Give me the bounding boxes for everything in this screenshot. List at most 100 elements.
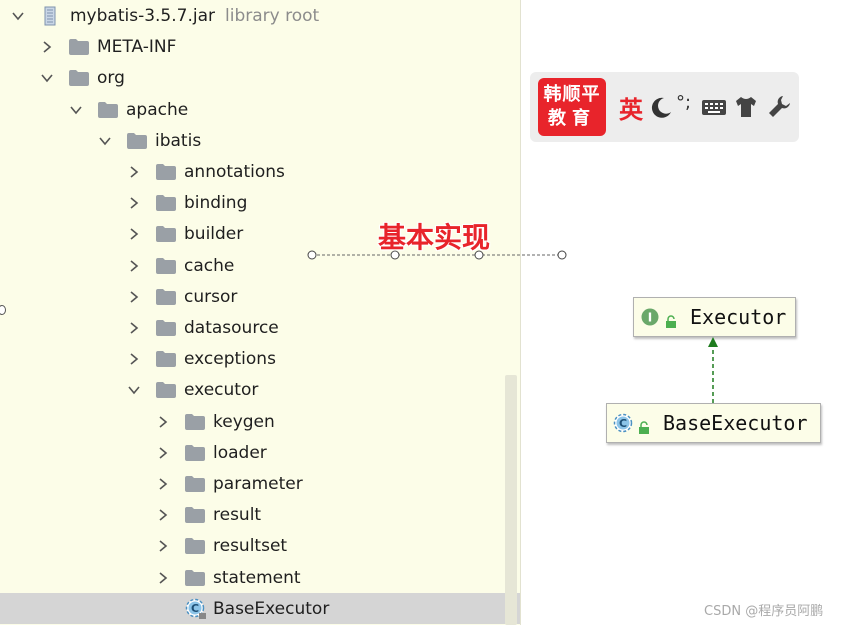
tree-item-label: result xyxy=(213,504,262,525)
ime-logo-line2: 教育 xyxy=(548,108,596,129)
public-lock-icon xyxy=(637,416,651,434)
ime-logo-line1: 韩顺平 xyxy=(543,84,601,105)
folder-icon xyxy=(156,257,176,274)
interface-icon: I xyxy=(640,307,660,327)
tree-item-label: annotations xyxy=(184,161,285,182)
tree-row-parameter[interactable]: parameter xyxy=(0,468,520,499)
folder-icon xyxy=(156,350,176,367)
tree-root-label: mybatis-3.5.7.jar xyxy=(70,5,215,26)
tree-row-org[interactable]: org xyxy=(0,62,520,93)
chevron-down-icon[interactable] xyxy=(39,70,55,86)
punctuation-icon[interactable]: °; xyxy=(676,92,692,118)
uml-node-executor[interactable]: I Executor xyxy=(633,297,796,337)
public-lock-icon xyxy=(664,310,678,328)
svg-text:C: C xyxy=(619,417,627,430)
tree-row-result[interactable]: result xyxy=(0,499,520,530)
tree-row-baseexecutor[interactable]: C BaseExecutor xyxy=(0,593,520,624)
tree-row-loader[interactable]: loader xyxy=(0,437,520,468)
keyboard-icon[interactable] xyxy=(701,94,727,120)
chevron-right-icon[interactable] xyxy=(155,507,171,523)
abstract-class-icon: C xyxy=(185,598,207,620)
tree-item-label: apache xyxy=(126,99,189,120)
annotation-label: 基本实现 xyxy=(378,221,491,254)
tree-item-label: parameter xyxy=(213,473,303,494)
svg-text:C: C xyxy=(191,602,199,615)
implements-arrow xyxy=(708,337,718,403)
folder-icon xyxy=(185,569,205,586)
tree-item-label: keygen xyxy=(213,411,275,432)
tree-row-cursor[interactable]: cursor xyxy=(0,281,520,312)
chevron-right-icon[interactable] xyxy=(126,258,142,274)
tree-item-label: builder xyxy=(184,223,244,244)
chevron-right-icon[interactable] xyxy=(155,414,171,430)
tree-row-resultset[interactable]: resultset xyxy=(0,530,520,561)
chevron-down-icon[interactable] xyxy=(10,8,26,24)
folder-icon xyxy=(185,444,205,461)
tree-item-label: executor xyxy=(184,379,259,400)
ime-logo[interactable]: 韩顺平 教育 xyxy=(538,78,606,136)
shirt-icon[interactable] xyxy=(733,94,759,120)
chevron-right-icon[interactable] xyxy=(126,289,142,305)
folder-icon xyxy=(156,381,176,398)
tree-row-keygen[interactable]: keygen xyxy=(0,406,520,437)
folder-icon xyxy=(185,506,205,523)
folder-icon xyxy=(156,163,176,180)
tree-item-label: datasource xyxy=(184,317,279,338)
ime-toolbar: 韩顺平 教育 英 °; xyxy=(530,72,799,142)
chevron-right-icon[interactable] xyxy=(39,39,55,55)
tree-row-executor[interactable]: executor xyxy=(0,374,520,405)
tree-row-exceptions[interactable]: exceptions xyxy=(0,343,520,374)
tree-row-apache[interactable]: apache xyxy=(0,94,520,125)
chevron-right-icon[interactable] xyxy=(155,445,171,461)
uml-node-baseexecutor-label: BaseExecutor xyxy=(663,411,808,435)
folder-icon xyxy=(69,69,89,86)
folder-icon xyxy=(69,38,89,55)
tree-row-datasource[interactable]: datasource xyxy=(0,312,520,343)
uml-node-baseexecutor[interactable]: C BaseExecutor xyxy=(606,403,821,443)
tree-root-note: library root xyxy=(225,5,320,26)
vertical-scrollbar[interactable] xyxy=(505,375,517,625)
tree-item-label: cache xyxy=(184,255,235,276)
folder-icon xyxy=(127,132,147,149)
folder-icon xyxy=(185,537,205,554)
chevron-down-icon[interactable] xyxy=(97,133,113,149)
svg-text:I: I xyxy=(648,311,652,325)
tree-row-statement[interactable]: statement xyxy=(0,562,520,593)
chevron-right-icon[interactable] xyxy=(126,351,142,367)
tree-item-label: statement xyxy=(213,567,301,588)
chevron-right-icon[interactable] xyxy=(155,570,171,586)
chevron-right-icon[interactable] xyxy=(126,226,142,242)
chevron-right-icon[interactable] xyxy=(155,538,171,554)
jar-icon xyxy=(40,6,60,26)
folder-icon xyxy=(185,475,205,492)
tree-row-root[interactable]: mybatis-3.5.7.jar library root xyxy=(0,0,520,31)
folder-icon xyxy=(156,225,176,242)
folder-icon xyxy=(156,288,176,305)
chevron-down-icon[interactable] xyxy=(126,382,142,398)
moon-icon[interactable] xyxy=(649,94,675,120)
chevron-right-icon[interactable] xyxy=(155,476,171,492)
watermark: CSDN @程序员阿鹏 xyxy=(704,604,824,619)
chevron-right-icon[interactable] xyxy=(126,195,142,211)
tree-item-label: cursor xyxy=(184,286,238,307)
chevron-right-icon[interactable] xyxy=(126,320,142,336)
tree-item-label: exceptions xyxy=(184,348,276,369)
project-tree-panel: mybatis-3.5.7.jar library root META-INF o… xyxy=(0,0,521,625)
uml-node-executor-label: Executor xyxy=(690,305,787,329)
wrench-icon[interactable] xyxy=(766,94,792,120)
tree-row-annotations[interactable]: annotations xyxy=(0,156,520,187)
folder-icon xyxy=(156,194,176,211)
tree-row-binding[interactable]: binding xyxy=(0,187,520,218)
chevron-down-icon[interactable] xyxy=(68,102,84,118)
chevron-right-icon[interactable] xyxy=(126,164,142,180)
tree-item-label: BaseExecutor xyxy=(213,598,330,619)
tree-item-label: ibatis xyxy=(155,130,202,151)
tree-item-label: resultset xyxy=(213,535,288,556)
tree-item-label: org xyxy=(97,67,125,88)
folder-icon xyxy=(98,101,118,118)
tree-row-ibatis[interactable]: ibatis xyxy=(0,125,520,156)
tree-row-meta-inf[interactable]: META-INF xyxy=(0,31,520,62)
ime-language-toggle[interactable]: 英 xyxy=(619,90,643,125)
abstract-class-icon: C xyxy=(613,413,633,433)
